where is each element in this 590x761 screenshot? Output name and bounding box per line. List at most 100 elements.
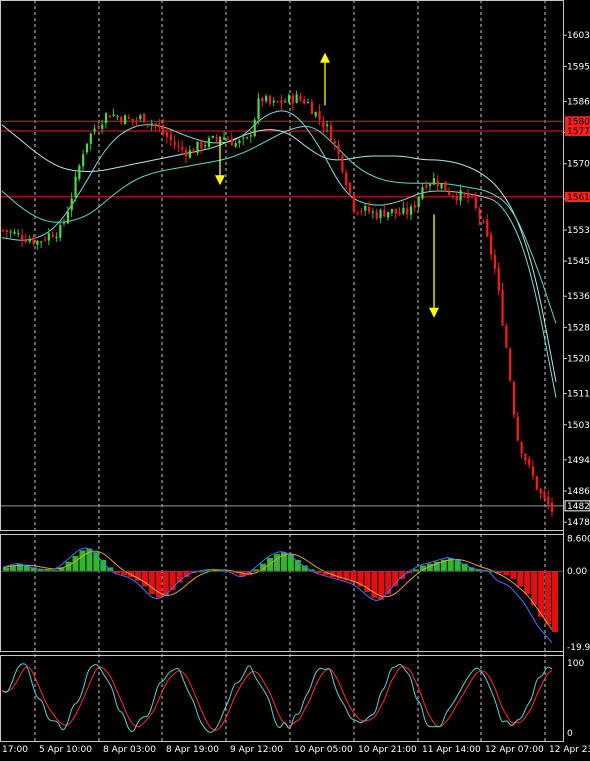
candle-body bbox=[211, 135, 214, 138]
candle-body bbox=[322, 121, 325, 128]
candle-body bbox=[287, 95, 291, 103]
candle-body bbox=[139, 115, 142, 120]
candle-body bbox=[36, 240, 39, 245]
macd-bar-73 bbox=[510, 571, 517, 579]
candle-body bbox=[329, 125, 333, 141]
candle-body bbox=[238, 140, 241, 144]
candle-body bbox=[51, 234, 54, 238]
stochastic-tick-label: 0 bbox=[567, 729, 573, 739]
price-tick-label: 1570. bbox=[567, 160, 590, 170]
candle-body bbox=[261, 97, 264, 102]
candle-body bbox=[299, 95, 302, 100]
time-tick-label: 10 Apr 05:00 bbox=[294, 745, 353, 755]
candle-body bbox=[409, 206, 413, 215]
candle-body bbox=[93, 128, 96, 132]
candle-body bbox=[204, 145, 207, 147]
candle-body bbox=[185, 150, 188, 157]
candle-body bbox=[383, 210, 386, 217]
macd-bar-38 bbox=[267, 557, 274, 572]
candle-body bbox=[398, 212, 401, 216]
candle-body bbox=[66, 211, 70, 224]
candle-body bbox=[196, 141, 199, 154]
candle-body bbox=[352, 195, 355, 212]
candle-132 bbox=[505, 323, 508, 349]
candle-body bbox=[85, 143, 89, 153]
candle-body bbox=[543, 491, 546, 498]
price-tick-label: 1536. bbox=[567, 292, 590, 302]
candle-body bbox=[253, 119, 256, 137]
candle-body bbox=[368, 207, 371, 213]
candle-body bbox=[516, 416, 519, 441]
candle-body bbox=[348, 182, 352, 194]
candle-body bbox=[43, 239, 47, 241]
candle-body bbox=[150, 123, 153, 125]
candle-body bbox=[108, 115, 111, 118]
candle-134 bbox=[512, 380, 516, 419]
time-tick-label: 17:00 bbox=[2, 745, 28, 755]
candle-body bbox=[32, 237, 35, 245]
candle-body bbox=[390, 209, 394, 213]
price-tick-label: 1553. bbox=[567, 226, 590, 236]
candle-body bbox=[497, 267, 500, 291]
candle-body bbox=[188, 150, 192, 158]
macd-tick-label: 0.00 bbox=[567, 567, 587, 577]
price-tick-label: 1545. bbox=[567, 257, 590, 267]
candle-body bbox=[482, 221, 485, 223]
candle-133 bbox=[509, 347, 512, 382]
price-tick-label: 1486. bbox=[567, 487, 590, 497]
candle-body bbox=[360, 211, 363, 213]
candle-body bbox=[143, 113, 146, 123]
price-tick-label: 1595. bbox=[567, 62, 590, 72]
candle-body bbox=[451, 195, 455, 197]
candle-body bbox=[417, 196, 420, 207]
candle-body bbox=[59, 225, 62, 238]
macd-bar-78 bbox=[545, 571, 551, 625]
candle-body bbox=[165, 132, 169, 137]
price-tick-label: 1603. bbox=[567, 31, 590, 41]
candle-body bbox=[547, 496, 550, 505]
candle-body bbox=[230, 138, 233, 146]
candle-body bbox=[40, 241, 43, 243]
candle-body bbox=[268, 95, 272, 104]
candle-body bbox=[379, 209, 382, 219]
candle-body bbox=[432, 178, 436, 185]
candle-32 bbox=[124, 114, 127, 125]
candle-66 bbox=[253, 117, 256, 138]
price-tick-label: 1520. bbox=[567, 355, 590, 365]
candle-body bbox=[520, 441, 523, 454]
candle-body bbox=[310, 102, 314, 115]
macd-bar-0 bbox=[3, 567, 9, 572]
candle-body bbox=[104, 113, 108, 123]
candle-body bbox=[394, 208, 397, 214]
candle-body bbox=[371, 211, 375, 213]
trading-chart[interactable]: 1603.1595.1586.1578.1570.1561.1553.1545.… bbox=[0, 0, 590, 761]
candle-body bbox=[470, 196, 474, 198]
macd-bar-55 bbox=[385, 571, 392, 595]
candle-body bbox=[459, 190, 462, 201]
candle-body bbox=[200, 140, 203, 149]
candle-body bbox=[467, 193, 470, 199]
candle-body bbox=[436, 180, 439, 187]
candle-body bbox=[9, 231, 12, 233]
candle-body bbox=[413, 205, 416, 208]
candle-130 bbox=[497, 262, 500, 295]
candle-body bbox=[421, 187, 424, 199]
candle-body bbox=[402, 207, 405, 214]
time-tick-label: 8 Apr 19:00 bbox=[166, 745, 219, 755]
macd-bar-76 bbox=[531, 571, 538, 606]
candle-body bbox=[173, 142, 176, 146]
candle-body bbox=[181, 146, 184, 150]
candle-body bbox=[13, 231, 16, 234]
candle-body bbox=[265, 96, 268, 102]
candle-body bbox=[486, 219, 489, 236]
macd-bar-77 bbox=[538, 571, 545, 617]
candle-body bbox=[226, 138, 230, 140]
candle-body bbox=[47, 233, 50, 241]
candle-body bbox=[493, 255, 497, 269]
candle-body bbox=[314, 111, 317, 116]
candle-body bbox=[215, 137, 218, 140]
price-label-0: 1580 bbox=[565, 116, 590, 127]
candle-116 bbox=[444, 181, 447, 192]
candle-body bbox=[21, 235, 24, 241]
candle-body bbox=[406, 208, 409, 215]
